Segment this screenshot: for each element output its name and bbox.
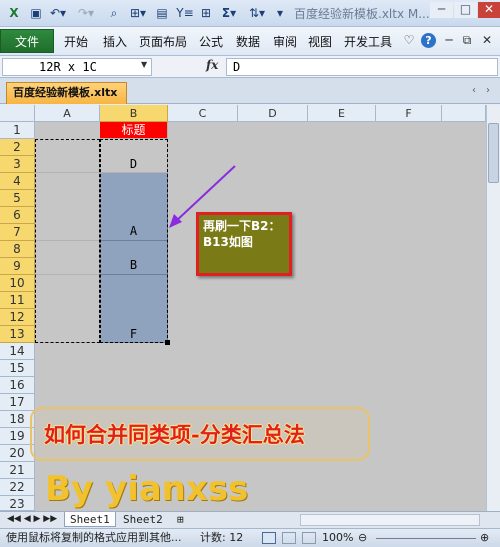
status-count: 计数: 12 [200, 531, 244, 544]
print-preview-icon[interactable]: ⌕ [106, 5, 122, 21]
overlay-byline: By yianxss [45, 469, 249, 509]
insert-sheet-icon[interactable]: ⊞ [172, 512, 189, 527]
row-header-17[interactable]: 17 [0, 394, 35, 411]
row-header-11[interactable]: 11 [0, 292, 35, 309]
file-tab[interactable]: 文件 [0, 29, 54, 53]
row-header-23[interactable]: 23 [0, 496, 35, 511]
tab-formulas[interactable]: 公式 [199, 33, 223, 50]
column-header-c[interactable]: C [168, 105, 238, 122]
status-bar: 使用鼠标将复制的格式应用到其他... 计数: 12 100% ⊖ ⊕ [0, 528, 500, 547]
row-header-6[interactable]: 6 [0, 207, 35, 224]
callout-box: 再刷一下B2：B13如图 [196, 212, 292, 276]
column-header-f[interactable]: F [376, 105, 442, 122]
tab-review[interactable]: 审阅 [273, 33, 297, 50]
close-icon[interactable]: ✕ [478, 2, 500, 18]
horizontal-scrollbar[interactable] [300, 514, 480, 526]
copy-marquee-a [35, 139, 100, 343]
tab-scroll-right-icon[interactable]: › [486, 85, 490, 96]
sheet-nav-icon[interactable]: ◀◀ ◀ ▶ ▶▶ [2, 512, 62, 527]
name-box[interactable]: 12R x 1C [2, 58, 152, 76]
cell-b1[interactable]: 标题 [100, 122, 168, 139]
insert-function-icon[interactable]: fx [206, 58, 218, 72]
fill-handle[interactable] [165, 340, 170, 345]
scroll-thumb[interactable] [488, 123, 499, 183]
page-layout-view-icon[interactable] [282, 532, 296, 544]
save-icon[interactable]: ▣ [28, 5, 44, 21]
vertical-scrollbar[interactable] [486, 105, 500, 511]
align-icon[interactable]: ⇅▾ [246, 5, 268, 21]
doc-close-icon[interactable]: ✕ [480, 31, 494, 49]
filter-icon[interactable]: Y≡ [176, 5, 194, 21]
copy-marquee-b [100, 139, 168, 343]
row-header-14[interactable]: 14 [0, 343, 35, 360]
customize-icon[interactable]: ▾ [274, 5, 286, 21]
name-box-dropdown-icon[interactable]: ▼ [141, 60, 147, 69]
redo-icon[interactable]: ↷▾ [76, 5, 96, 21]
row-header-10[interactable]: 10 [0, 275, 35, 292]
paste-special-icon[interactable]: ▤ [154, 5, 170, 21]
row-header-12[interactable]: 12 [0, 309, 35, 326]
column-header-b[interactable]: B [100, 105, 168, 122]
tab-developer[interactable]: 开发工具 [344, 33, 392, 50]
row-header-8[interactable]: 8 [0, 241, 35, 258]
grid-icon[interactable]: ⊞ [198, 5, 214, 21]
window-title: 百度经验新模板.xltx M... [294, 7, 430, 21]
zoom-slider[interactable] [376, 538, 476, 539]
row-header-21[interactable]: 21 [0, 462, 35, 479]
column-header-a[interactable]: A [35, 105, 100, 122]
row-header-7[interactable]: 7 [0, 224, 35, 241]
sheet-tab-2[interactable]: Sheet2 [118, 512, 168, 527]
page-break-view-icon[interactable] [302, 532, 316, 544]
row-header-22[interactable]: 22 [0, 479, 35, 496]
document-tab[interactable]: 百度经验新模板.xltx [6, 82, 127, 104]
row-header-3[interactable]: 3 [0, 156, 35, 173]
sheet-tab-1[interactable]: Sheet1 [64, 512, 116, 527]
collapse-ribbon-icon[interactable]: ♡ [402, 31, 416, 49]
tab-page-layout[interactable]: 页面布局 [139, 33, 187, 50]
tab-view[interactable]: 视图 [308, 33, 332, 50]
zoom-out-icon[interactable]: ⊖ [358, 529, 367, 547]
help-icon[interactable]: ? [421, 33, 436, 48]
zoom-in-icon[interactable]: ⊕ [480, 529, 489, 547]
tab-scroll-left-icon[interactable]: ‹ [472, 85, 476, 96]
sum-icon[interactable]: Σ▾ [218, 5, 240, 21]
row-header-15[interactable]: 15 [0, 360, 35, 377]
tab-data[interactable]: 数据 [236, 33, 260, 50]
zoom-level[interactable]: 100% [322, 529, 353, 547]
row-header-9[interactable]: 9 [0, 258, 35, 275]
tab-home[interactable]: 开始 [64, 33, 88, 50]
maximize-icon[interactable]: □ [454, 2, 477, 18]
row-header-16[interactable]: 16 [0, 377, 35, 394]
doc-restore-icon[interactable]: ⧉ [460, 31, 474, 49]
normal-view-icon[interactable] [262, 532, 276, 544]
row-header-13[interactable]: 13 [0, 326, 35, 343]
column-header-d[interactable]: D [238, 105, 308, 122]
worksheet-grid[interactable]: A B C D E F 1 2 3 4 5 6 7 8 9 10 11 12 1… [0, 105, 486, 511]
row-header-5[interactable]: 5 [0, 190, 35, 207]
row-header-4[interactable]: 4 [0, 173, 35, 190]
row-header-1[interactable]: 1 [0, 122, 35, 139]
row-header-2[interactable]: 2 [0, 139, 35, 156]
tab-insert[interactable]: 插入 [103, 33, 127, 50]
excel-logo-icon: X [9, 6, 19, 20]
column-header-g[interactable] [442, 105, 486, 122]
select-all-corner[interactable] [0, 105, 35, 122]
column-header-e[interactable]: E [308, 105, 376, 122]
formula-input[interactable]: D [226, 58, 498, 76]
undo-icon[interactable]: ↶▾ [48, 5, 68, 21]
doc-minimize-icon[interactable]: ─ [442, 31, 456, 49]
overlay-title: 如何合并同类项-分类汇总法 [44, 422, 305, 447]
minimize-icon[interactable]: ─ [430, 2, 453, 18]
status-message: 使用鼠标将复制的格式应用到其他... [6, 531, 182, 544]
border-icon[interactable]: ⊞▾ [127, 5, 149, 21]
